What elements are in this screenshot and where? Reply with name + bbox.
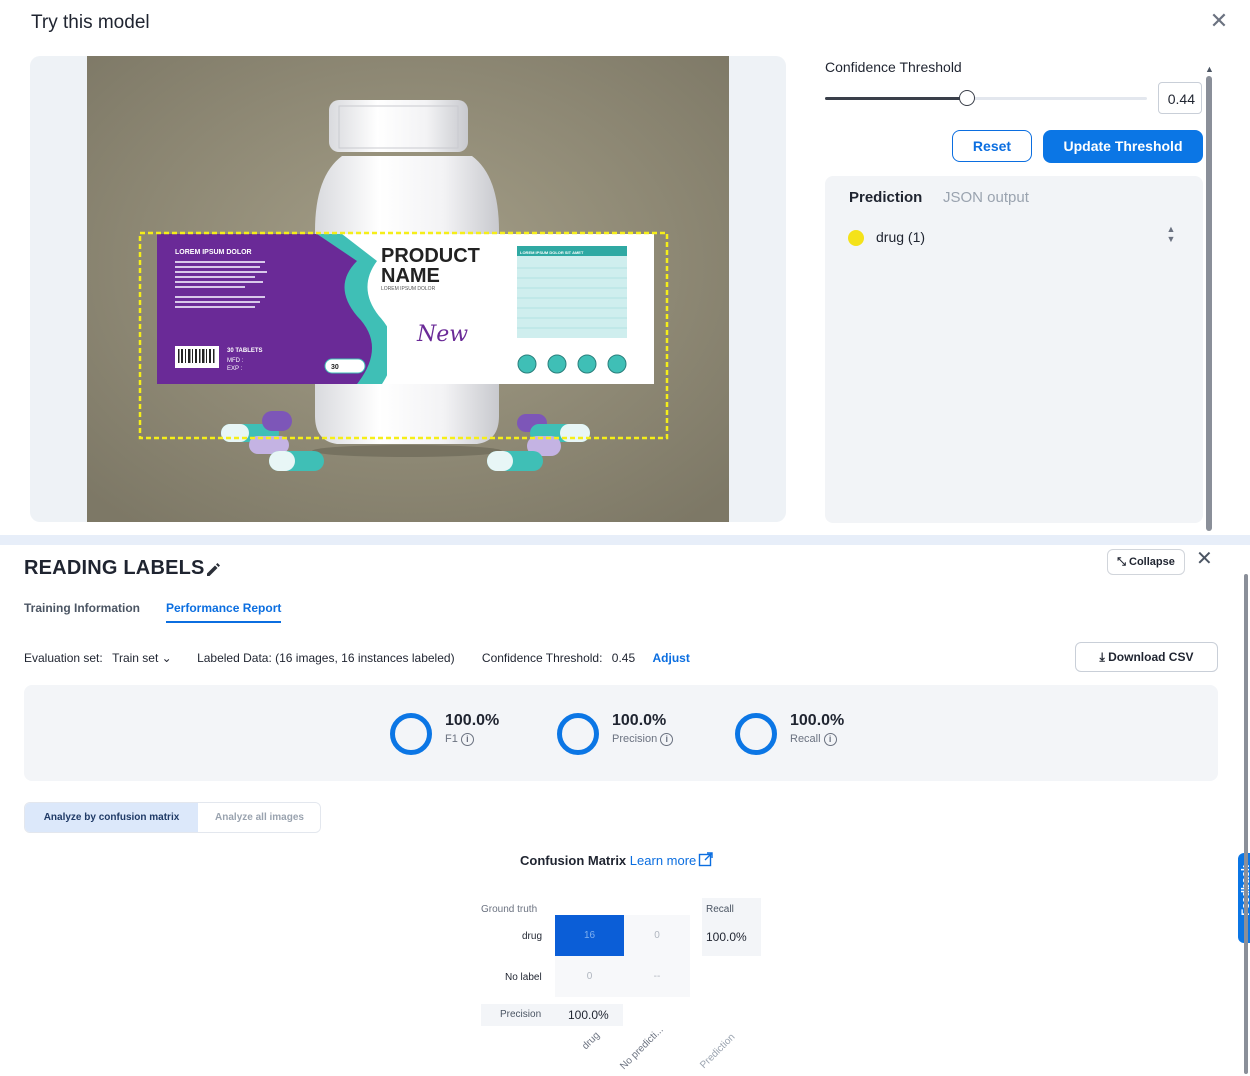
evaluation-info-row: Evaluation set: Train set ⌄ Labeled Data…	[24, 651, 690, 665]
tablets-label: 30 TABLETS	[227, 348, 263, 354]
precision-ring-icon	[557, 713, 599, 755]
prediction-axis-label: Prediction	[698, 1031, 738, 1071]
product-line1: PRODUCT	[381, 245, 480, 267]
download-icon: ⤓	[1099, 650, 1109, 664]
analyze-toggle: Analyze by confusion matrix Analyze all …	[24, 802, 321, 833]
close-icon[interactable]: ✕	[1208, 10, 1230, 32]
recall-ring-icon	[735, 713, 777, 755]
performance-report-page: READING LABELS ⤡ Collapse ✕ Training Inf…	[0, 545, 1250, 1076]
prediction-panel: Prediction JSON output drug (1) ▲ ▼	[825, 176, 1203, 523]
matrix-cell[interactable]: 0	[624, 915, 690, 956]
recall-header: Recall	[706, 904, 734, 915]
f1-ring-icon	[390, 713, 432, 755]
adjust-link[interactable]: Adjust	[652, 651, 689, 665]
page-title: READING LABELS	[24, 557, 205, 579]
product-line2: NAME	[381, 265, 440, 287]
collapse-arrows-icon: ⤡	[1117, 556, 1129, 568]
metric-value: 100.0%	[612, 712, 667, 729]
tab-json-output[interactable]: JSON output	[943, 189, 1029, 206]
class-color-dot	[848, 230, 864, 246]
metric-label: Recall i	[790, 733, 837, 746]
confusion-matrix-title: Confusion Matrix Learn more	[520, 852, 713, 868]
matrix-cell[interactable]: 16	[555, 915, 624, 956]
scroll-up-icon[interactable]: ▲	[1205, 64, 1214, 74]
row-label-drug: drug	[522, 931, 543, 942]
matrix-cell: --	[624, 956, 690, 997]
product-photo: LOREM IPSUM DOLOR 30 TABLETS MFD : EXP :…	[87, 56, 729, 522]
facts-header: LOREM IPSUM DOLOR SIT AMET	[520, 250, 584, 255]
update-threshold-button[interactable]: Update Threshold	[1043, 130, 1203, 163]
scrollbar-thumb[interactable]	[1206, 76, 1212, 531]
image-preview-area: LOREM IPSUM DOLOR 30 TABLETS MFD : EXP :…	[30, 56, 786, 522]
page-scrollbar[interactable]	[1244, 574, 1248, 1074]
info-icon[interactable]: i	[460, 733, 474, 746]
column-label-no-prediction: No predicti...	[618, 1024, 666, 1072]
tab-performance-report[interactable]: Performance Report	[166, 601, 282, 623]
try-model-modal: Try this model ✕ LOREM IPSUM DOLOR 30 TA…	[0, 0, 1250, 535]
chevron-down-icon: ⌄	[161, 651, 172, 665]
reset-button[interactable]: Reset	[952, 130, 1032, 162]
labeled-data-text: Labeled Data: (16 images, 16 instances l…	[197, 651, 455, 665]
pill-badge: 30	[331, 364, 339, 371]
precision-header: Precision	[500, 1009, 542, 1020]
section-divider	[0, 535, 1250, 545]
metric-label: F1 i	[445, 733, 474, 746]
analyze-all-images-button[interactable]: Analyze all images	[198, 803, 320, 832]
slider-fill	[825, 97, 967, 100]
column-label-drug: drug	[580, 1030, 603, 1052]
cm-title-text: Confusion Matrix	[520, 853, 627, 868]
confidence-slider[interactable]	[825, 90, 1147, 106]
prediction-label: drug (1)	[876, 229, 926, 245]
mfd-label: MFD :	[227, 358, 244, 364]
info-icon[interactable]: i	[660, 733, 674, 746]
recall-value: 100.0%	[706, 930, 747, 944]
learn-more-link[interactable]: Learn more	[630, 852, 713, 868]
info-icon[interactable]: i	[823, 733, 837, 746]
evaluation-set-label: Evaluation set:	[24, 651, 103, 665]
ground-truth-label: Ground truth	[481, 904, 538, 915]
threshold-label: Confidence Threshold:	[481, 651, 603, 665]
confidence-label: Confidence Threshold	[825, 59, 962, 75]
exp-label: EXP :	[227, 366, 243, 372]
close-icon[interactable]: ✕	[1196, 549, 1214, 569]
metric-label: Precision i	[612, 733, 674, 746]
pencil-icon[interactable]	[204, 560, 222, 578]
modal-scrollbar[interactable]: ▲	[1205, 64, 1214, 531]
metric-value: 100.0%	[445, 712, 500, 729]
collapse-label: Collapse	[1129, 556, 1175, 568]
row-label-no-label: No label	[505, 972, 542, 983]
slider-handle[interactable]	[959, 90, 975, 106]
evaluation-set-value: Train set	[112, 651, 159, 665]
tab-training-information[interactable]: Training Information	[24, 601, 140, 621]
download-csv-button[interactable]: ⤓ Download CSV	[1075, 642, 1218, 672]
precision-value: 100.0%	[568, 1008, 609, 1022]
analyze-confusion-matrix-button[interactable]: Analyze by confusion matrix	[25, 803, 198, 832]
label-heading: LOREM IPSUM DOLOR	[175, 249, 252, 256]
metrics-summary: 100.0% F1 i 100.0% Precision i 100.0% Reca…	[24, 685, 1218, 781]
threshold-value: 0.45	[611, 651, 636, 665]
product-sub: LOREM IPSUM DOLOR	[381, 286, 436, 292]
confidence-input[interactable]: 0.44	[1158, 82, 1202, 114]
tab-prediction[interactable]: Prediction	[849, 189, 922, 206]
threshold-panel: Confidence Threshold 0.44 Reset Update T…	[825, 56, 1203, 526]
modal-title: Try this model	[31, 12, 150, 33]
download-label: Download CSV	[1108, 650, 1194, 664]
script-word: New	[416, 322, 468, 347]
collapse-button[interactable]: ⤡ Collapse	[1107, 549, 1185, 575]
sort-icon[interactable]: ▲ ▼	[1165, 224, 1177, 250]
metric-value: 100.0%	[790, 712, 845, 729]
external-link-icon	[699, 852, 713, 867]
matrix-cell[interactable]: 0	[555, 956, 624, 997]
evaluation-set-dropdown[interactable]: Train set ⌄	[112, 651, 172, 665]
